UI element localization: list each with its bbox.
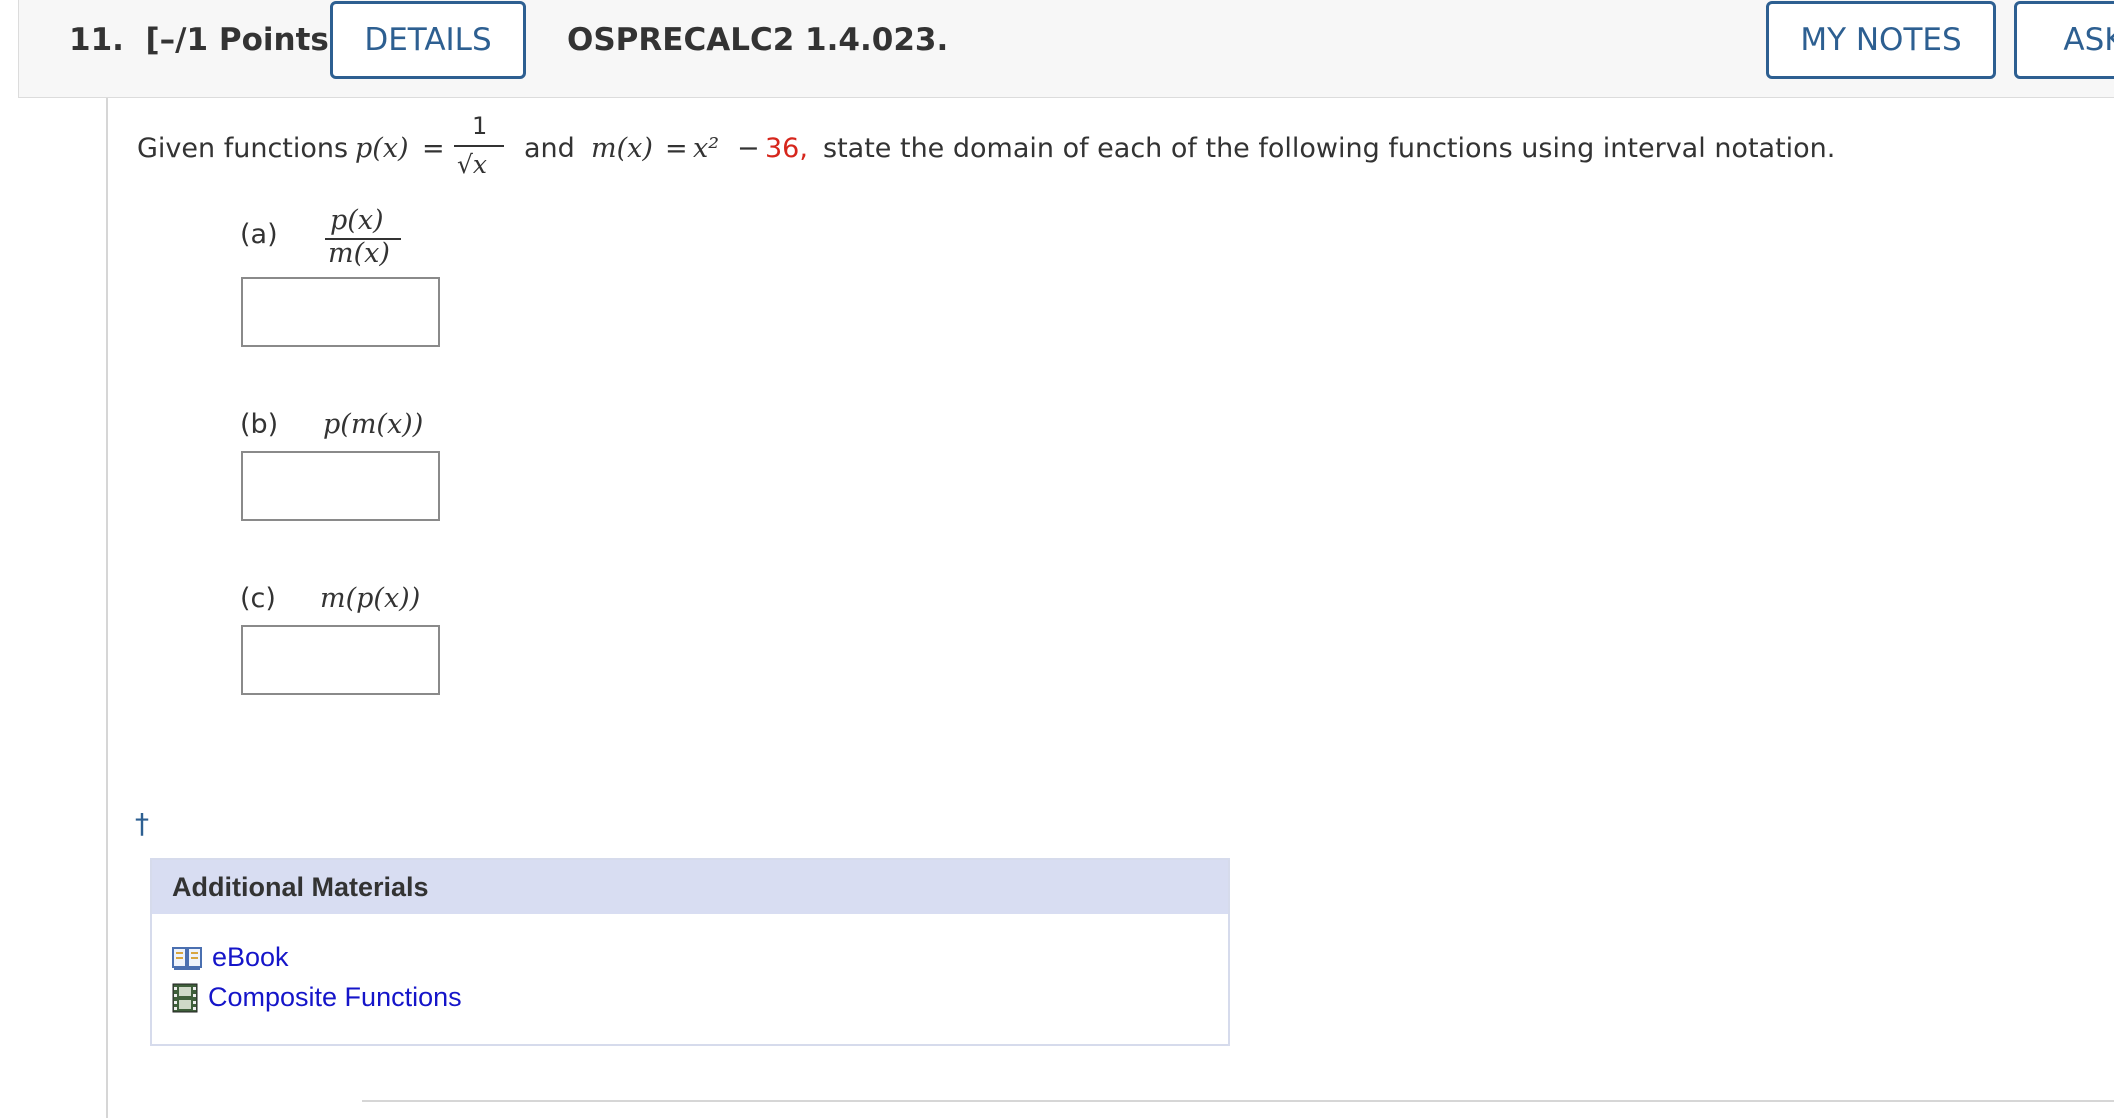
part-a-numerator: p(x) [330,205,384,236]
composite-functions-label: Composite Functions [208,982,462,1012]
next-question-rule [362,1100,2114,1102]
question-left-rule [106,98,108,1118]
ebook-label: eBook [212,942,289,972]
minus-sign: − [737,133,760,164]
prompt-and: and [524,133,575,164]
part-c-expression: m(p(x)) [320,583,421,614]
ebook-link[interactable]: eBook [172,942,289,973]
dagger-mark: † [135,807,149,840]
my-notes-button[interactable]: MY NOTES [1766,1,1996,79]
question-number: 11. [–/1 Points] [69,22,344,58]
part-b-expression: p(m(x)) [323,409,424,440]
p-of-x: p(x) [355,133,409,164]
fraction-bar [454,145,504,147]
part-a-answer-input[interactable] [241,277,440,347]
prompt-rest: state the domain of each of the followin… [823,133,1836,164]
equals-sign-2: = [665,133,688,164]
equals-sign: = [422,133,445,164]
prompt-given: Given functions [137,133,349,164]
book-icon [172,946,202,970]
part-a-denominator: m(x) [328,238,390,269]
film-icon [172,983,198,1012]
part-c-label: (c) [240,583,276,614]
additional-materials-title: Additional Materials [152,860,1228,914]
fraction-numerator: 1 [472,112,488,140]
details-button[interactable]: DETAILS [330,1,526,79]
part-c-answer-input[interactable] [241,625,440,695]
m-of-x: m(x) [591,133,653,164]
points-label: [–/1 Points] [145,22,344,58]
ask-button[interactable]: ASK [2014,1,2114,79]
composite-functions-link[interactable]: Composite Functions [172,982,462,1013]
course-code: OSPRECALC2 1.4.023. [567,22,949,58]
x-squared: x² [693,133,720,164]
constant-value: 36, [765,133,808,164]
additional-materials-panel: Additional Materials eBook Composite Fun… [150,858,1230,1046]
sqrt-x: √x [457,150,488,179]
part-b-answer-input[interactable] [241,451,440,521]
part-b-label: (b) [240,409,279,440]
part-a-label: (a) [240,219,278,250]
